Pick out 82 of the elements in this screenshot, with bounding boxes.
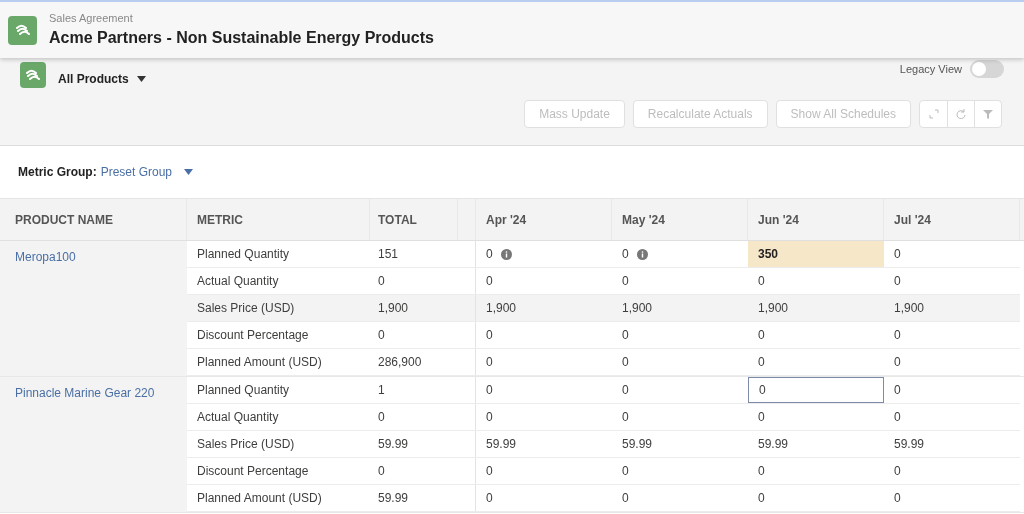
editable-cell[interactable]: 59.99 [884,431,1020,457]
product-link[interactable]: Meropa100 [15,250,76,264]
app-logo-icon [20,62,46,88]
editable-cell[interactable]: 0 [476,458,612,484]
column-header: May '24 [612,199,748,240]
table-cell-text: 0 [377,463,386,480]
editable-cell[interactable]: 0 [884,268,1020,294]
app-logo-icon [8,15,37,45]
table-cell-text: Planned Quantity [196,382,291,399]
editable-cell[interactable]: 0 [884,241,1020,267]
column-header: METRIC [187,199,370,240]
legacy-view-toggle[interactable] [970,60,1004,78]
editable-cell[interactable]: 0 [476,241,612,267]
table-cell-text: 0 [377,409,386,426]
editable-cell[interactable]: 0 [748,349,884,375]
editable-cell[interactable]: 0 [612,268,748,294]
column-header: Apr '24 [476,199,612,240]
metric-group-label: Metric Group: [18,164,97,181]
table-cell-text: Planned Quantity [196,246,291,263]
editable-cell[interactable]: 59.99 [612,431,748,457]
info-icon [636,248,648,260]
caret-icon [136,76,146,82]
editable-cell[interactable]: 0 [748,377,884,403]
table-cell-text: Discount Percentage [196,327,310,344]
editable-cell[interactable]: 0 [612,322,748,348]
table-cell-text: 286,900 [377,354,423,371]
editable-cell[interactable]: 0 [476,485,612,511]
editable-cell[interactable]: 0 [748,458,884,484]
table-cell-text: 0 [377,273,386,290]
table-cell-text: Actual Quantity [196,409,280,426]
editable-cell[interactable]: 0 [476,404,612,430]
table-cell-text: Planned Amount (USD) [196,490,323,507]
legacy-view-label: Legacy View [899,61,962,77]
table-cell-text: Discount Percentage [196,463,310,480]
editable-cell[interactable]: 0 [884,349,1020,375]
editable-cell[interactable]: 1,900 [748,295,884,321]
editable-cell[interactable]: 0 [612,458,748,484]
editable-cell[interactable]: 0 [884,404,1020,430]
object-type-label: Sales Agreement [49,10,134,26]
editable-cell[interactable]: 0 [884,377,1020,403]
editable-cell[interactable]: 0 [612,349,748,375]
table-cell-text: 0 [377,327,386,344]
editable-cell[interactable]: 59.99 [748,431,884,457]
editable-cell[interactable]: 1,900 [884,295,1020,321]
metric-group-selector[interactable]: Preset Group [100,163,194,181]
table-cell-text: 1,900 [377,300,410,317]
caret-icon [184,169,194,175]
editable-cell[interactable]: 0 [884,322,1020,348]
column-header: Jul '24 [884,199,1020,240]
product-link[interactable]: Pinnacle Marine Gear 220 [15,386,155,400]
editable-cell[interactable]: 350 [748,241,884,267]
editable-cell[interactable]: 0 [748,485,884,511]
table-cell-text: Planned Amount (USD) [196,354,323,371]
editable-cell[interactable]: 1,900 [476,295,612,321]
column-header: Jun '24 [748,199,884,240]
editable-cell[interactable]: 0 [884,485,1020,511]
column-header: PRODUCT NAME [0,199,187,240]
editable-cell[interactable]: 0 [612,485,748,511]
editable-cell[interactable]: 0 [884,458,1020,484]
table-cell-text: Sales Price (USD) [196,436,296,453]
record-title: Acme Partners - Non Sustainable Energy Products [49,28,434,49]
editable-cell[interactable]: 0 [748,322,884,348]
info-icon [500,248,512,260]
view-selector[interactable]: All Products [58,70,146,88]
table-cell-text: 1 [377,382,386,399]
table-cell-text: 59.99 [377,436,410,453]
table-cell-text: Sales Price (USD) [196,300,296,317]
editable-cell[interactable]: 0 [476,377,612,403]
editable-cell[interactable]: 0 [612,241,748,267]
editable-cell[interactable]: 0 [476,349,612,375]
editable-cell[interactable]: 1,900 [612,295,748,321]
editable-cell[interactable]: 0 [748,404,884,430]
editable-cell[interactable]: 59.99 [476,431,612,457]
table-cell-text: Actual Quantity [196,273,280,290]
table-cell-text: 151 [377,246,400,263]
editable-cell[interactable]: 0 [476,268,612,294]
table-cell-text: 59.99 [377,490,410,507]
editable-cell[interactable]: 0 [612,377,748,403]
editable-cell[interactable]: 0 [612,404,748,430]
editable-cell[interactable]: 0 [748,268,884,294]
column-header: TOTAL [370,199,458,240]
editable-cell[interactable]: 0 [476,322,612,348]
